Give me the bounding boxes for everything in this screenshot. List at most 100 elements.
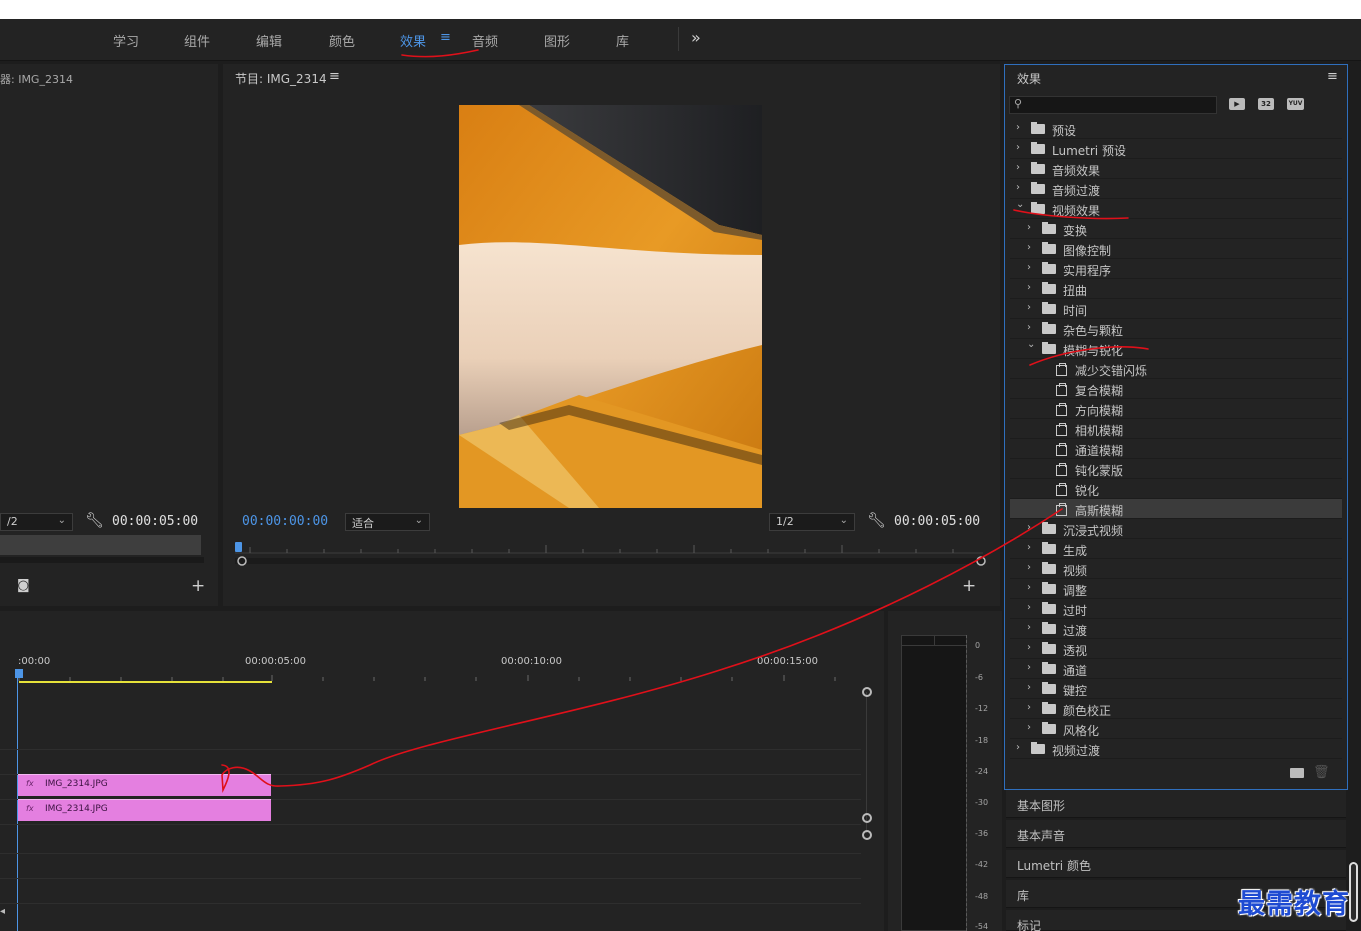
chevron-right-icon[interactable]: › [1016, 162, 1020, 173]
timeline-ruler-ticks[interactable] [0, 669, 884, 685]
tree-item[interactable]: › 过时 [1010, 599, 1342, 619]
tree-item[interactable]: ⌄ 模糊与锐化 [1010, 339, 1342, 359]
add-button-icon[interactable]: + [962, 576, 976, 596]
tree-item[interactable]: 通道模糊 [1010, 439, 1342, 459]
chevron-right-icon[interactable]: › [1027, 682, 1031, 693]
panel-menu-icon[interactable]: ≡ [1327, 69, 1338, 84]
tree-item[interactable]: › 颜色校正 [1010, 699, 1342, 719]
chevron-right-icon[interactable]: › [1027, 242, 1031, 253]
source-resolution-dropdown[interactable]: /2 ⌄ [0, 513, 73, 531]
panel-scrollbar[interactable] [1349, 862, 1358, 922]
chevron-right-icon[interactable]: › [1016, 142, 1020, 153]
chevron-right-icon[interactable]: › [1027, 322, 1031, 333]
workspace-menu-icon[interactable]: ≡ [440, 30, 451, 45]
chevron-right-icon[interactable]: › [1027, 542, 1031, 553]
tree-item[interactable]: › 变换 [1010, 219, 1342, 239]
chevron-right-icon[interactable]: › [1027, 302, 1031, 313]
tree-item[interactable]: › 扭曲 [1010, 279, 1342, 299]
scroll-handle-audio[interactable] [862, 830, 872, 840]
section-lumetri-color[interactable]: Lumetri 颜色 [1006, 850, 1346, 878]
source-scrub-bar[interactable] [0, 535, 201, 555]
program-resolution-dropdown[interactable]: 1/2 ⌄ [769, 513, 855, 531]
tree-item[interactable]: › Lumetri 预设 [1010, 139, 1342, 159]
tree-item[interactable]: › 预设 [1010, 119, 1342, 139]
tree-item[interactable]: 复合模糊 [1010, 379, 1342, 399]
chevron-right-icon[interactable]: › [1027, 602, 1031, 613]
camera-icon[interactable]: ◙ [17, 578, 30, 593]
trash-icon[interactable]: 🗑︎ [1313, 765, 1330, 780]
chevron-right-icon[interactable]: › [1016, 182, 1020, 193]
scroll-handle-top[interactable] [862, 687, 872, 697]
32bit-filter-icon[interactable]: 32 [1258, 98, 1274, 110]
yuv-filter-icon[interactable]: YUV [1287, 98, 1304, 110]
chevron-right-icon[interactable]: › [1027, 722, 1031, 733]
chevron-right-icon[interactable]: › [1027, 522, 1031, 533]
tree-item[interactable]: 钝化蒙版 [1010, 459, 1342, 479]
chevron-right-icon[interactable]: › [1027, 262, 1031, 273]
tree-item[interactable]: › 实用程序 [1010, 259, 1342, 279]
chevron-right-icon[interactable]: › [1027, 282, 1031, 293]
panel-menu-icon[interactable]: ≡ [329, 69, 340, 84]
tree-item[interactable]: › 风格化 [1010, 719, 1342, 739]
chevron-right-icon[interactable]: › [1027, 702, 1031, 713]
tree-item[interactable]: › 透视 [1010, 639, 1342, 659]
workspace-libraries[interactable]: 库 [616, 31, 629, 50]
section-essential-graphics[interactable]: 基本图形 [1006, 790, 1346, 818]
timeline-clip-v2[interactable]: fx IMG_2314.JPG [18, 774, 271, 796]
effects-search-field[interactable]: ⚲ [1009, 96, 1217, 114]
tree-item[interactable]: › 时间 [1010, 299, 1342, 319]
tree-item[interactable]: › 通道 [1010, 659, 1342, 679]
program-monitor-title[interactable]: 节目: IMG_2314 [235, 70, 327, 87]
timeline-clip-v1[interactable]: fx IMG_2314.JPG [18, 799, 271, 821]
wrench-icon[interactable]: 🔧︎ [867, 511, 886, 529]
workspace-color[interactable]: 颜色 [329, 31, 355, 50]
workspace-editing[interactable]: 编辑 [256, 31, 282, 50]
tree-item[interactable]: › 音频过渡 [1010, 179, 1342, 199]
tree-item[interactable]: › 生成 [1010, 539, 1342, 559]
workspace-audio[interactable]: 音频 [472, 31, 498, 50]
program-current-time[interactable]: 00:00:00:00 [242, 514, 328, 529]
tree-item[interactable]: 高斯模糊 [1010, 499, 1342, 519]
effects-panel-title[interactable]: 效果 [1017, 70, 1041, 87]
track-collapse-icon[interactable]: ◂ [0, 906, 5, 917]
tree-item[interactable]: › 调整 [1010, 579, 1342, 599]
chevron-right-icon[interactable]: › [1027, 622, 1031, 633]
tree-item[interactable]: 相机模糊 [1010, 419, 1342, 439]
section-essential-sound[interactable]: 基本声音 [1006, 820, 1346, 848]
chevron-down-icon[interactable]: ⌄ [1027, 339, 1035, 350]
workspace-learn[interactable]: 学习 [113, 31, 139, 50]
tree-item[interactable]: 锐化 [1010, 479, 1342, 499]
effects-search-input[interactable] [1028, 98, 1212, 112]
chevron-down-icon[interactable]: ⌄ [1016, 199, 1024, 210]
tree-item[interactable]: › 音频效果 [1010, 159, 1342, 179]
workspace-graphics[interactable]: 图形 [544, 31, 570, 50]
new-bin-icon[interactable] [1290, 768, 1304, 778]
tree-item[interactable]: › 视频过渡 [1010, 739, 1342, 759]
chevron-right-icon[interactable]: › [1027, 582, 1031, 593]
tree-item[interactable]: › 过渡 [1010, 619, 1342, 639]
tree-item[interactable]: ⌄ 视频效果 [1010, 199, 1342, 219]
tree-item[interactable]: 方向模糊 [1010, 399, 1342, 419]
chevron-right-icon[interactable]: › [1027, 642, 1031, 653]
accelerated-effects-icon[interactable]: ▶ [1229, 98, 1245, 110]
chevron-right-icon[interactable]: › [1027, 662, 1031, 673]
workspace-assembly[interactable]: 组件 [184, 31, 210, 50]
tree-item[interactable]: 减少交错闪烁 [1010, 359, 1342, 379]
program-scrub-ruler[interactable] [235, 542, 990, 566]
vertical-scrollbar-video[interactable] [866, 692, 867, 833]
chevron-right-icon[interactable]: › [1016, 742, 1020, 753]
add-button-icon[interactable]: + [191, 576, 205, 596]
wrench-icon[interactable]: 🔧︎ [85, 511, 104, 529]
tree-item[interactable]: › 图像控制 [1010, 239, 1342, 259]
tree-item[interactable]: › 视频 [1010, 559, 1342, 579]
source-zoom-bar[interactable] [0, 557, 204, 563]
fit-dropdown[interactable]: 适合 ⌄ [345, 513, 430, 531]
chevron-right-icon[interactable]: › [1027, 222, 1031, 233]
scroll-handle-bottom[interactable] [862, 813, 872, 823]
chevron-right-icon[interactable]: › [1027, 562, 1031, 573]
chevron-right-icon[interactable]: › [1016, 122, 1020, 133]
tree-item[interactable]: › 沉浸式视频 [1010, 519, 1342, 539]
workspace-overflow-icon[interactable]: » [691, 28, 701, 47]
workspace-effects[interactable]: 效果 [400, 31, 426, 50]
tree-item[interactable]: › 杂色与颗粒 [1010, 319, 1342, 339]
